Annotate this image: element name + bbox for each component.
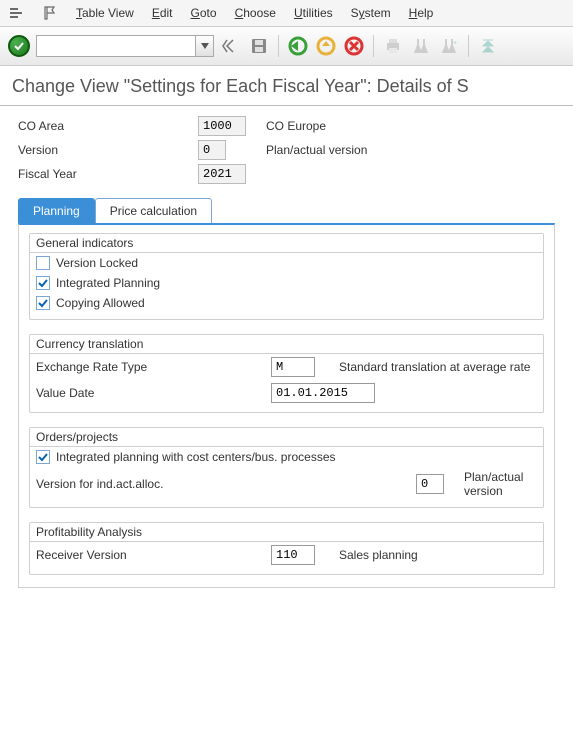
menu-choose[interactable]: Choose — [235, 6, 276, 20]
co-area-desc: CO Europe — [258, 119, 555, 133]
fiscal-year-field — [198, 164, 246, 184]
copying-allowed-checkbox[interactable] — [36, 296, 50, 310]
cancel-icon[interactable] — [343, 35, 365, 57]
menu-goto[interactable]: Goto — [191, 6, 217, 20]
app-menu-icon[interactable] — [8, 5, 24, 21]
receiver-version-field[interactable] — [271, 545, 315, 565]
value-date-field[interactable] — [271, 383, 375, 403]
integrated-planning-label: Integrated Planning — [56, 276, 160, 290]
save-icon[interactable] — [248, 35, 270, 57]
receiver-version-label: Receiver Version — [36, 548, 271, 562]
integrated-planning-op-checkbox[interactable] — [36, 450, 50, 464]
up-icon[interactable] — [315, 35, 337, 57]
ind-act-alloc-version-field[interactable] — [416, 474, 444, 494]
header-form: CO Area CO Europe Version Plan/actual ve… — [18, 116, 555, 184]
group-profitability-analysis: Profitability Analysis Receiver Version … — [29, 522, 544, 575]
group-currency-translation: Currency translation Exchange Rate Type … — [29, 334, 544, 413]
svg-text:+: + — [453, 40, 457, 47]
exchange-rate-type-field[interactable] — [271, 357, 315, 377]
enter-button[interactable] — [8, 35, 30, 57]
menu-edit[interactable]: Edit — [152, 6, 173, 20]
back-icon[interactable] — [220, 35, 242, 57]
version-locked-checkbox[interactable] — [36, 256, 50, 270]
first-page-icon[interactable] — [477, 35, 499, 57]
menu-utilities[interactable]: Utilities — [294, 6, 333, 20]
integrated-planning-checkbox[interactable] — [36, 276, 50, 290]
group-title: Currency translation — [30, 335, 543, 354]
tabstrip: Planning Price calculation — [18, 198, 555, 223]
receiver-version-desc: Sales planning — [331, 548, 537, 562]
exchange-rate-type-label: Exchange Rate Type — [36, 360, 271, 374]
co-area-field — [198, 116, 246, 136]
version-field — [198, 140, 226, 160]
group-title: Orders/projects — [30, 428, 543, 447]
content-area: CO Area CO Europe Version Plan/actual ve… — [0, 116, 573, 608]
version-label: Version — [18, 143, 198, 157]
print-icon[interactable] — [382, 35, 404, 57]
toolbar: + — [0, 26, 573, 66]
group-title: General indicators — [30, 234, 543, 253]
copying-allowed-label: Copying Allowed — [56, 296, 145, 310]
command-dropdown[interactable] — [196, 35, 214, 57]
co-area-label: CO Area — [18, 119, 198, 133]
exchange-rate-type-desc: Standard translation at average rate — [331, 360, 537, 374]
toolbar-separator — [278, 35, 279, 57]
fiscal-year-label: Fiscal Year — [18, 167, 198, 181]
tab-planning[interactable]: Planning — [18, 198, 95, 223]
menu-help[interactable]: Help — [409, 6, 434, 20]
group-orders-projects: Orders/projects Integrated planning with… — [29, 427, 544, 508]
group-title: Profitability Analysis — [30, 523, 543, 542]
menu-system[interactable]: System — [351, 6, 391, 20]
tab-price-calculation[interactable]: Price calculation — [95, 198, 212, 223]
flag-icon[interactable] — [42, 5, 58, 21]
toolbar-separator — [468, 35, 469, 57]
ind-act-alloc-version-desc: Plan/actual version — [456, 470, 537, 498]
command-field[interactable] — [36, 35, 196, 57]
menu-bar: Table View Edit Goto Choose Utilities Sy… — [0, 0, 573, 26]
exit-icon[interactable] — [287, 35, 309, 57]
planning-tab-body: General indicators Version Locked Integr… — [18, 223, 555, 588]
integrated-planning-op-label: Integrated planning with cost centers/bu… — [56, 450, 336, 464]
toolbar-separator — [373, 35, 374, 57]
group-general-indicators: General indicators Version Locked Integr… — [29, 233, 544, 320]
ind-act-alloc-version-label: Version for ind.act.alloc. — [36, 477, 416, 491]
title-divider — [0, 105, 573, 106]
menu-table-view[interactable]: Table View — [76, 6, 134, 20]
version-desc: Plan/actual version — [258, 143, 555, 157]
version-locked-label: Version Locked — [56, 256, 138, 270]
page-title: Change View "Settings for Each Fiscal Ye… — [0, 66, 573, 101]
value-date-label: Value Date — [36, 386, 271, 400]
find-icon[interactable] — [410, 35, 432, 57]
find-next-icon[interactable]: + — [438, 35, 460, 57]
